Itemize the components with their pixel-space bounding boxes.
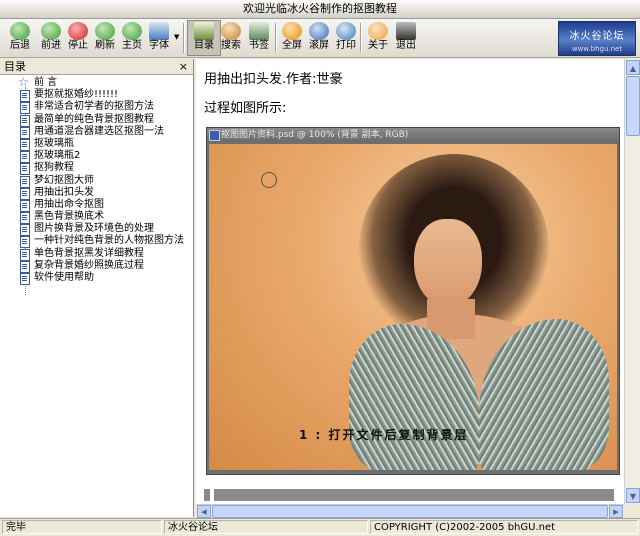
font-button[interactable]: 字体 bbox=[143, 21, 175, 55]
tree-item[interactable]: 图片换背景及环境色的处理 bbox=[18, 223, 193, 237]
toolbar-separator bbox=[183, 23, 184, 53]
document-icon bbox=[20, 273, 30, 285]
window-title-bar: 欢迎光临冰火谷制作的抠图教程 bbox=[0, 0, 640, 19]
forward-arrow-icon bbox=[41, 22, 61, 40]
document-icon bbox=[20, 126, 30, 139]
image-window-title: 抠图图片资料.psd @ 100% (背景 副本, RGB) bbox=[221, 130, 409, 140]
tree-item[interactable]: 用通道混合器建选区抠图一法 bbox=[18, 126, 193, 139]
tree-item[interactable]: 抠狗教程 bbox=[18, 162, 193, 176]
window-title: 欢迎光临冰火谷制作的抠图教程 bbox=[243, 2, 397, 15]
tree-item[interactable]: 软件使用帮助 bbox=[18, 272, 193, 285]
print-button[interactable]: 打印 bbox=[330, 21, 362, 55]
document-icon bbox=[20, 102, 30, 115]
toolbar: 后退 前进 停止 刷新 主页 字体 ▼ 目录 搜索 书签 全屏 滚屏 打印 关于… bbox=[0, 19, 640, 58]
about-icon bbox=[368, 22, 388, 40]
photoshop-document-icon bbox=[209, 130, 220, 141]
document-icon bbox=[20, 260, 30, 273]
exit-icon bbox=[396, 22, 416, 40]
document-icon bbox=[20, 175, 30, 188]
image-window-title-bar: 抠图图片资料.psd @ 100% (背景 副本, RGB) bbox=[207, 128, 619, 142]
contents-icon bbox=[194, 22, 214, 40]
back-arrow-icon bbox=[10, 22, 30, 40]
article-image: 抠图图片资料.psd @ 100% (背景 副本, RGB) 1 : 打开文件后… bbox=[206, 127, 620, 475]
contents-pane-header: 目录 × bbox=[0, 59, 193, 75]
document-icon bbox=[20, 151, 30, 164]
photo-face bbox=[414, 219, 482, 307]
document-icon bbox=[20, 163, 30, 176]
image-caption: 1 : 打开文件后复制背景层 bbox=[299, 428, 469, 442]
scroll-icon bbox=[309, 22, 329, 40]
tree-item[interactable]: 抠玻璃瓶 bbox=[18, 138, 193, 151]
tree-item[interactable]: 复杂背景婚纱照换底过程 bbox=[18, 260, 193, 273]
document-icon bbox=[20, 212, 30, 225]
refresh-icon bbox=[95, 22, 115, 40]
document-icon bbox=[20, 187, 30, 200]
brush-cursor-circle bbox=[261, 172, 277, 188]
tree-item[interactable]: 梦幻抠图大师 bbox=[18, 175, 193, 188]
tree-item[interactable]: 黑色背景换底术 bbox=[18, 211, 193, 225]
article-title: 用抽出扣头发.作者:世豪 bbox=[204, 72, 343, 87]
contents-tree: ☆ 前 言 要抠就抠婚纱!!!!!! 非常适合初学者的抠图方法 最简单的纯色背景抠… bbox=[0, 75, 193, 296]
font-icon bbox=[149, 22, 169, 40]
status-copyright: COPYRIGHT (C)2002-2005 bhGU.net bbox=[370, 520, 638, 534]
tree-item[interactable]: 最简单的纯色背景抠图教程 bbox=[18, 114, 193, 127]
contents-pane: 目录 × ☆ 前 言 要抠就抠婚纱!!!!!! 非常适合初学者的抠图方法 最简单的… bbox=[0, 59, 194, 517]
tree-item-preface[interactable]: ☆ 前 言 bbox=[18, 75, 193, 89]
forum-logo: 冰火谷论坛 www.bhgu.net bbox=[558, 21, 636, 56]
tree-item[interactable]: 要抠就抠婚纱!!!!!! bbox=[18, 89, 193, 103]
document-icon bbox=[20, 114, 30, 127]
status-bar: 完毕 冰火谷论坛 COPYRIGHT (C)2002-2005 bhGU.net bbox=[0, 518, 640, 536]
document-icon bbox=[20, 248, 30, 261]
horizontal-scrollbar[interactable]: ◀ ▶ bbox=[196, 504, 624, 518]
home-icon bbox=[122, 22, 142, 40]
bookmark-button[interactable]: 书签 bbox=[243, 21, 275, 55]
vertical-scroll-thumb[interactable] bbox=[626, 76, 640, 136]
tree-item[interactable]: 单色背景抠黑发详细教程 bbox=[18, 248, 193, 261]
tree-item[interactable]: 用抽出命令抠图 bbox=[18, 199, 193, 212]
exit-button[interactable]: 退出 bbox=[390, 21, 422, 55]
document-icon bbox=[20, 199, 30, 212]
article-subtitle: 过程如图所示: bbox=[204, 101, 287, 116]
scrollbar-corner bbox=[624, 504, 640, 517]
photo-canvas: 1 : 打开文件后复制背景层 bbox=[209, 144, 617, 470]
tree-item[interactable]: 抠玻璃瓶2 bbox=[18, 150, 193, 164]
document-icon bbox=[20, 90, 30, 103]
contents-pane-title: 目录 bbox=[4, 60, 26, 73]
scroll-up-arrow-icon[interactable]: ▲ bbox=[626, 60, 640, 75]
document-icon bbox=[20, 224, 30, 237]
bookmark-icon bbox=[249, 22, 269, 40]
scroll-left-arrow-icon[interactable]: ◀ bbox=[197, 505, 211, 518]
toolbar-separator bbox=[360, 23, 361, 53]
stop-icon bbox=[68, 22, 88, 40]
tree-item[interactable]: 用抽出扣头发 bbox=[18, 187, 193, 200]
status-text: 完毕 bbox=[2, 520, 162, 534]
close-icon[interactable]: × bbox=[179, 59, 188, 74]
scroll-down-arrow-icon[interactable]: ▼ bbox=[626, 488, 640, 503]
print-icon bbox=[336, 22, 356, 40]
star-icon: ☆ bbox=[18, 75, 29, 89]
vertical-scrollbar[interactable]: ▲ ▼ bbox=[624, 59, 640, 504]
back-button[interactable]: 后退 bbox=[4, 21, 36, 55]
search-icon bbox=[221, 22, 241, 40]
font-dropdown-arrow[interactable]: ▼ bbox=[174, 33, 179, 41]
fullscreen-icon bbox=[282, 22, 302, 40]
article-pane: 用抽出扣头发.作者:世豪 过程如图所示: 抠图图片资料.psd @ 100% (… bbox=[196, 59, 624, 504]
horizontal-scroll-thumb[interactable] bbox=[212, 505, 608, 518]
next-image-top-edge bbox=[204, 489, 614, 501]
scroll-right-arrow-icon[interactable]: ▶ bbox=[609, 505, 623, 518]
document-icon bbox=[20, 138, 30, 151]
status-forum: 冰火谷论坛 bbox=[164, 520, 368, 534]
tree-item[interactable]: 一种针对纯色背景的人物抠图方法 bbox=[18, 235, 193, 249]
tree-item[interactable]: 非常适合初学者的抠图方法 bbox=[18, 101, 193, 115]
document-icon bbox=[20, 236, 30, 249]
